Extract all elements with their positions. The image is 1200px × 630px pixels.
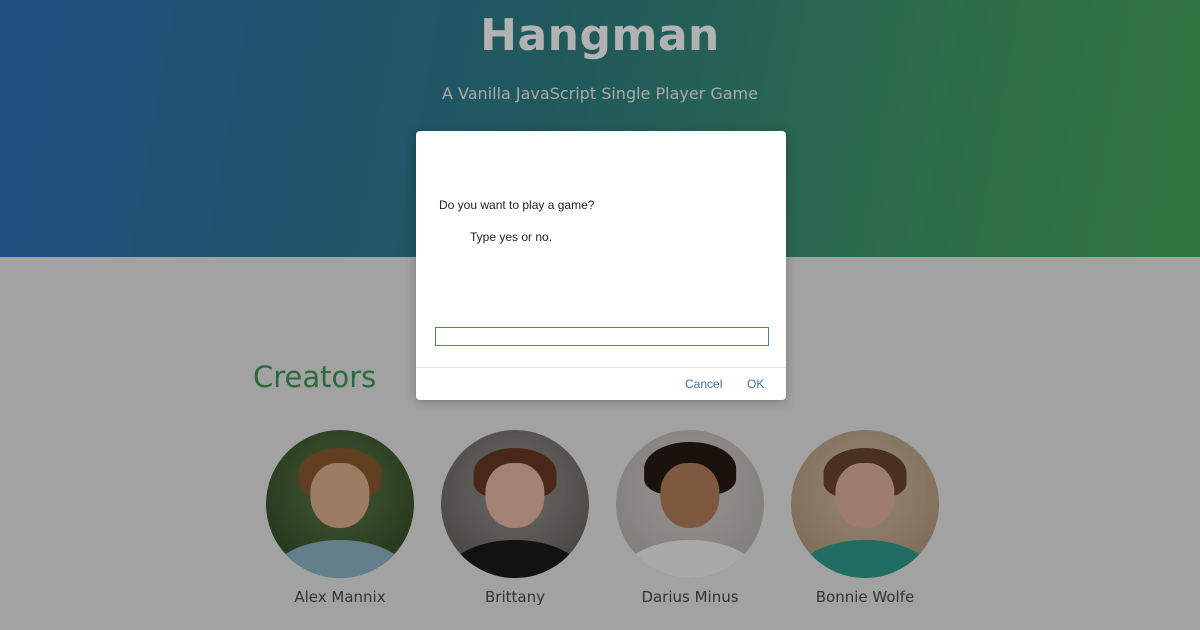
dialog-divider	[416, 367, 786, 368]
dialog-message: Do you want to play a game?	[439, 198, 595, 212]
prompt-dialog: Do you want to play a game? Type yes or …	[416, 131, 786, 400]
prompt-input[interactable]	[435, 327, 769, 346]
cancel-button[interactable]: Cancel	[685, 377, 722, 391]
dialog-detail: Type yes or no.	[470, 230, 553, 244]
ok-button[interactable]: OK	[747, 377, 764, 391]
